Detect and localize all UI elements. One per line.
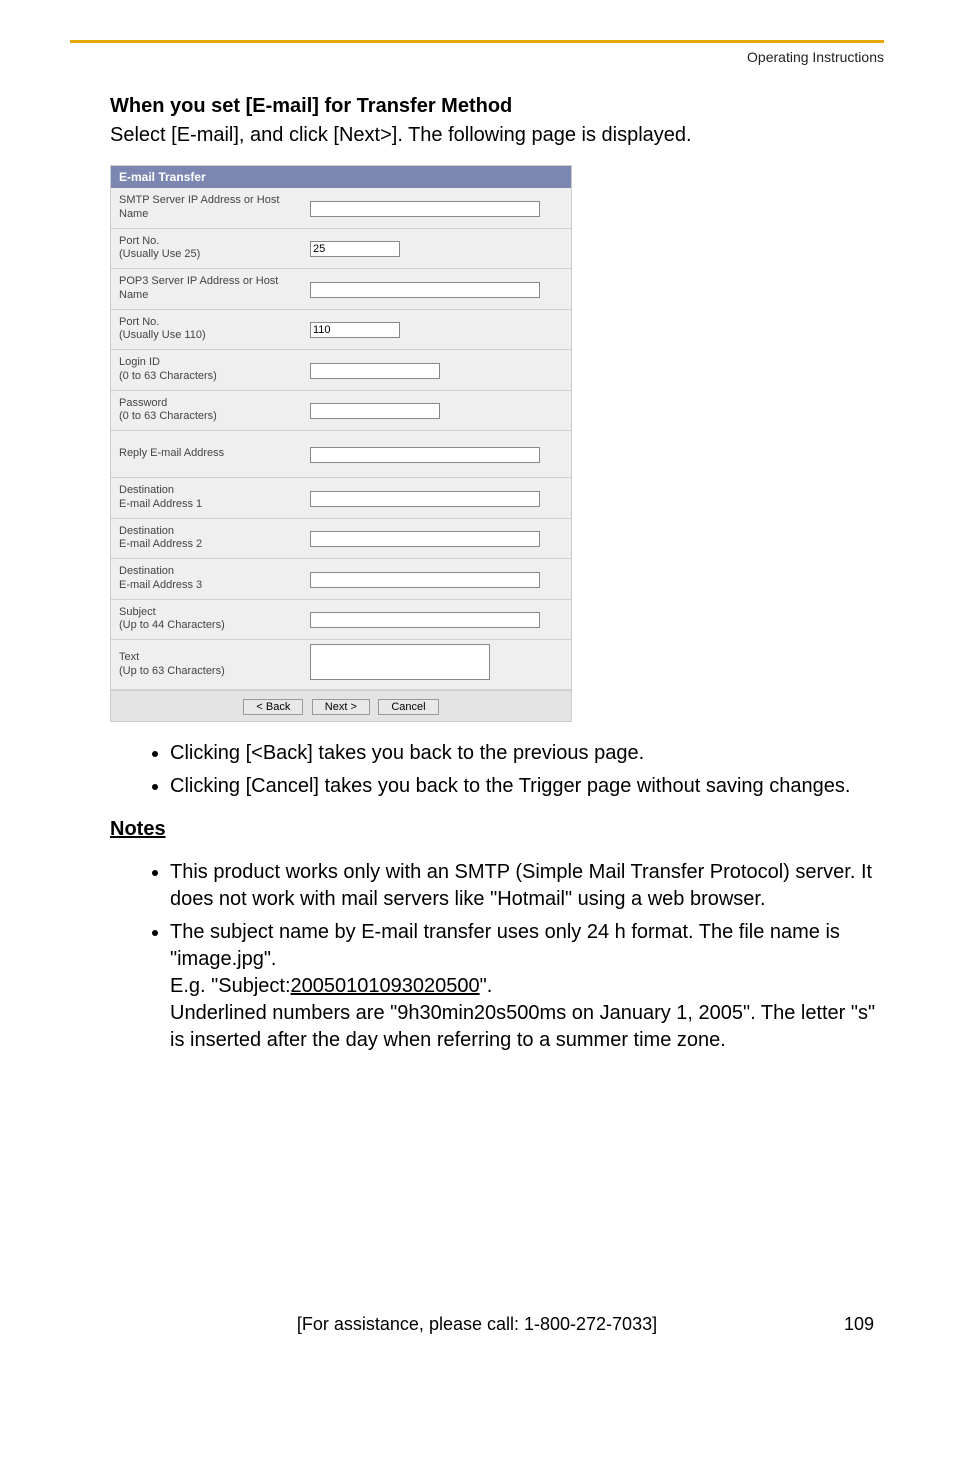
note-subject-eg-underlined: 20050101093020500	[291, 975, 480, 997]
instruction-bullets: Clicking [<Back] takes you back to the p…	[110, 740, 884, 800]
dest1-input[interactable]	[310, 491, 540, 507]
footer-assistance: [For assistance, please call: 1-800-272-…	[140, 1314, 814, 1335]
notes-heading: Notes	[110, 818, 884, 841]
note-subject-eg-suffix: ".	[480, 975, 493, 997]
text-label: Text(Up to 63 Characters)	[111, 645, 302, 685]
smtp-port-input[interactable]	[310, 241, 400, 257]
dest3-label: DestinationE-mail Address 3	[111, 559, 302, 599]
page-number: 109	[814, 1314, 874, 1335]
dest2-label: DestinationE-mail Address 2	[111, 519, 302, 559]
section-title: When you set [E-mail] for Transfer Metho…	[110, 95, 884, 118]
bullet-back: Clicking [<Back] takes you back to the p…	[170, 740, 884, 767]
bullet-cancel: Clicking [Cancel] takes you back to the …	[170, 773, 884, 800]
button-bar: < Back Next > Cancel	[111, 690, 571, 721]
note-subject-eg-prefix: E.g. "Subject:	[170, 975, 291, 997]
smtp-port-label: Port No.(Usually Use 25)	[111, 229, 302, 269]
notes-bullets: This product works only with an SMTP (Si…	[110, 859, 884, 1054]
note-smtp: This product works only with an SMTP (Si…	[170, 859, 884, 913]
next-button[interactable]: Next >	[312, 699, 370, 715]
pop3-port-input[interactable]	[310, 322, 400, 338]
dest2-input[interactable]	[310, 531, 540, 547]
smtp-input[interactable]	[310, 201, 540, 217]
cancel-button[interactable]: Cancel	[378, 699, 438, 715]
page-footer: [For assistance, please call: 1-800-272-…	[70, 1314, 884, 1335]
back-button[interactable]: < Back	[243, 699, 303, 715]
reply-email-input[interactable]	[310, 447, 540, 463]
reply-email-label: Reply E-mail Address	[111, 441, 302, 467]
top-rule	[70, 40, 884, 43]
pop3-label: POP3 Server IP Address or Host Name	[111, 269, 302, 309]
login-id-input[interactable]	[310, 363, 440, 379]
password-label: Password(0 to 63 Characters)	[111, 391, 302, 431]
header-doc-label: Operating Instructions	[70, 49, 884, 65]
note-subject: The subject name by E-mail transfer uses…	[170, 919, 884, 1054]
email-transfer-panel: E-mail Transfer SMTP Server IP Address o…	[110, 165, 572, 722]
note-subject-line3: Underlined numbers are "9h30min20s500ms …	[170, 1002, 875, 1051]
password-input[interactable]	[310, 403, 440, 419]
dest1-label: DestinationE-mail Address 1	[111, 478, 302, 518]
note-subject-line1: The subject name by E-mail transfer uses…	[170, 921, 840, 970]
dest3-input[interactable]	[310, 572, 540, 588]
text-textarea[interactable]	[310, 644, 490, 680]
panel-title: E-mail Transfer	[111, 166, 571, 188]
section-lead: Select [E-mail], and click [Next>]. The …	[110, 124, 884, 147]
subject-input[interactable]	[310, 612, 540, 628]
pop3-input[interactable]	[310, 282, 540, 298]
subject-label: Subject(Up to 44 Characters)	[111, 600, 302, 640]
pop3-port-label: Port No.(Usually Use 110)	[111, 310, 302, 350]
smtp-label: SMTP Server IP Address or Host Name	[111, 188, 302, 228]
login-id-label: Login ID(0 to 63 Characters)	[111, 350, 302, 390]
